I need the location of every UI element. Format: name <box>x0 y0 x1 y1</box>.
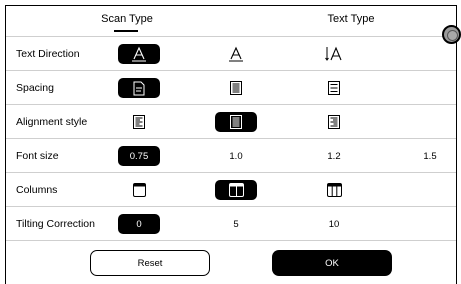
alignment-left-option[interactable] <box>118 112 160 132</box>
row-spacing: Spacing <box>6 70 456 105</box>
tilting-correction-option[interactable]: 0 <box>118 214 160 234</box>
tilting-correction-option[interactable]: 10 <box>313 214 355 234</box>
ok-button[interactable]: OK <box>272 250 392 276</box>
settings-panel: Scan Type Text Type Text Direction Spaci… <box>5 5 457 284</box>
alignment-right-option[interactable] <box>313 112 355 132</box>
row-label: Alignment style <box>16 116 88 128</box>
align-right-icon <box>328 115 340 129</box>
active-tab-indicator <box>114 30 138 32</box>
two-columns-icon <box>228 183 244 197</box>
row-label: Spacing <box>16 82 54 94</box>
text-direction-vertical-option[interactable] <box>313 44 355 64</box>
font-size-option[interactable]: 0.75 <box>118 146 160 166</box>
columns-three-option[interactable] <box>313 180 355 200</box>
row-tilting-correction: Tilting Correction 0 5 10 <box>6 206 456 241</box>
row-text-direction: Text Direction <box>6 36 456 71</box>
row-alignment-style: Alignment style <box>6 104 456 139</box>
lines-sparse-icon <box>328 81 340 95</box>
row-label: Font size <box>16 150 59 162</box>
columns-single-option[interactable] <box>118 180 160 200</box>
row-label: Text Direction <box>16 48 80 60</box>
font-size-option[interactable]: 1.5 <box>409 146 451 166</box>
three-columns-icon <box>326 183 342 197</box>
row-columns: Columns <box>6 172 456 207</box>
divider <box>6 240 456 241</box>
row-label: Tilting Correction <box>16 218 95 230</box>
row-font-size: Font size 0.75 1.0 1.2 1.5 <box>6 138 456 173</box>
reset-button[interactable]: Reset <box>90 250 210 276</box>
tab-scan-type[interactable]: Scan Type <box>101 13 153 25</box>
text-direction-vertical-icon <box>325 46 343 62</box>
font-size-option[interactable]: 1.2 <box>313 146 355 166</box>
tab-bar: Scan Type Text Type <box>6 6 456 36</box>
lines-dense-icon <box>230 81 242 95</box>
spacing-dense-option[interactable] <box>215 78 257 98</box>
spacing-sparse-option[interactable] <box>313 78 355 98</box>
columns-two-option[interactable] <box>215 180 257 200</box>
align-left-icon <box>133 115 145 129</box>
spacing-page-option[interactable] <box>118 78 160 98</box>
tilting-correction-option[interactable]: 5 <box>215 214 257 234</box>
tab-text-type[interactable]: Text Type <box>328 13 375 25</box>
align-justify-icon <box>230 115 242 129</box>
text-direction-horizontal-option[interactable] <box>118 44 160 64</box>
text-direction-horizontal-icon <box>131 46 147 62</box>
text-direction-horizontal-icon <box>228 46 244 62</box>
row-label: Columns <box>16 184 58 196</box>
alignment-justify-option[interactable] <box>215 112 257 132</box>
text-direction-horizontal-alt-option[interactable] <box>215 44 257 64</box>
floating-ball-icon[interactable] <box>442 25 461 44</box>
font-size-option[interactable]: 1.0 <box>215 146 257 166</box>
page-spacing-icon <box>133 81 145 96</box>
single-column-icon <box>132 183 146 197</box>
